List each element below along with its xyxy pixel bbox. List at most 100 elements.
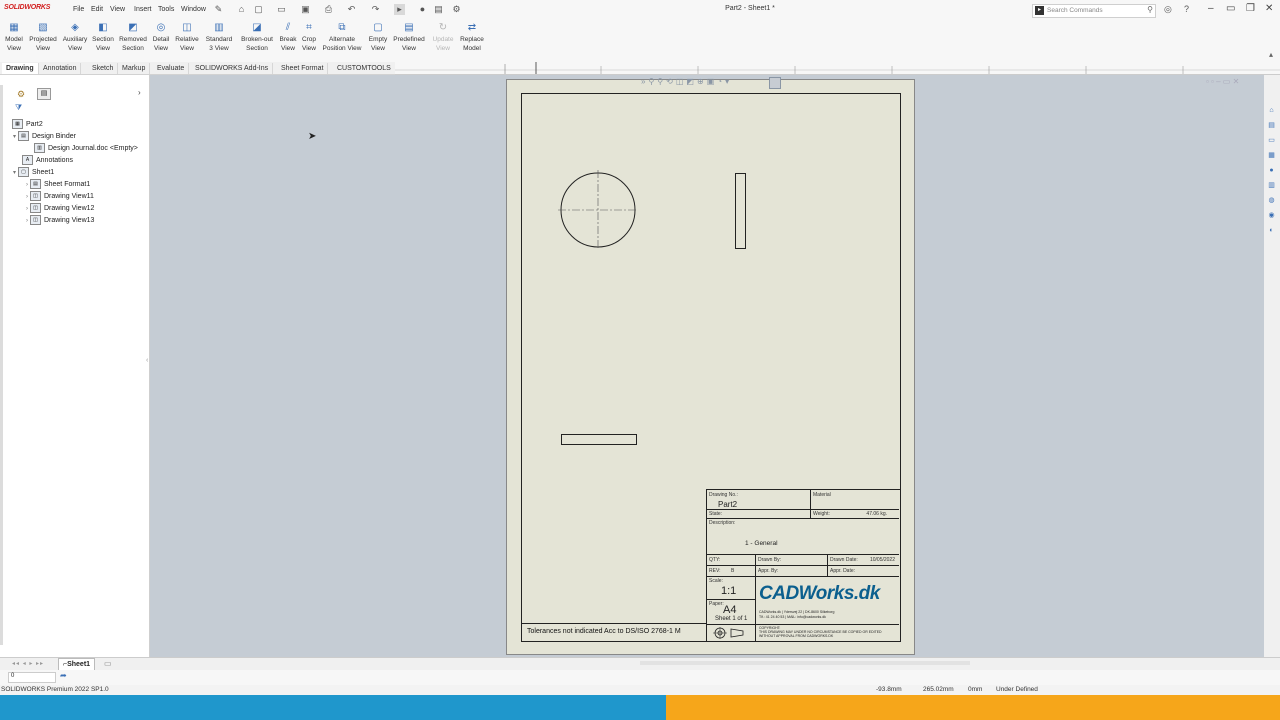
crop-view-button[interactable]: ⌗ Crop View <box>299 22 319 53</box>
title-block: Drawing No.: Part2 Material State: Weigh… <box>706 489 900 641</box>
cursor-y: 265.02mm <box>923 686 954 693</box>
drawing-sheet[interactable]: »⚲⚲⟲◫◩⊕▣◔▾ Tolerances not indicated Acc … <box>506 77 915 655</box>
document-title: Part2 - Sheet1 * <box>725 5 775 12</box>
undo-icon[interactable]: ↶ <box>346 4 357 15</box>
feature-manager-tab-icon[interactable]: ⚙ <box>17 89 25 100</box>
mouse-cursor-icon: ➤ <box>308 131 317 142</box>
filter-icon[interactable]: ⧩ <box>15 103 22 113</box>
chevron-down-icon[interactable]: ▾ <box>13 170 16 176</box>
select-icon[interactable]: ▸ <box>394 4 405 15</box>
menu-edit[interactable]: Edit <box>91 6 103 13</box>
broken-out-section-button[interactable]: ◪ Broken-out Section <box>237 22 277 53</box>
tab-customtools[interactable]: CUSTOMTOOLS <box>333 63 396 74</box>
menu-insert[interactable]: Insert <box>134 6 152 13</box>
menu-file[interactable]: File <box>73 6 84 13</box>
chevron-right-icon[interactable]: › <box>26 194 28 200</box>
projection-cell <box>707 625 756 641</box>
tab-evaluate[interactable]: Evaluate <box>153 63 190 74</box>
home-icon[interactable]: ⌂ <box>236 4 247 15</box>
tree-annotations[interactable]: A Annotations <box>22 155 73 165</box>
search-commands-box[interactable]: ▸ Search Commands ⚲ <box>1032 4 1156 18</box>
section-view-button[interactable]: ◧ Section View <box>90 22 116 53</box>
tree-drawing-view11[interactable]: › ◫ Drawing View11 <box>26 191 94 201</box>
menu-tools[interactable]: Tools <box>158 6 174 13</box>
horizontal-scrollbar[interactable] <box>640 661 970 665</box>
solidworks-resources-icon[interactable]: ⌂ <box>1267 106 1276 115</box>
save-icon[interactable]: ▣ <box>300 4 311 15</box>
user-icon[interactable]: ◎ <box>1164 4 1172 15</box>
drawing-view-side[interactable] <box>735 173 746 249</box>
predefined-view-button[interactable]: ▤ Predefined View <box>392 22 426 53</box>
view-settings-icon[interactable] <box>769 77 781 89</box>
relative-view-button[interactable]: ◫ Relative View <box>173 22 201 53</box>
break-view-button[interactable]: ⫽ Break View <box>278 22 298 53</box>
scale-cell: Scale: 1:1 <box>707 577 756 600</box>
pin-task-pane-icon[interactable]: ◐ <box>1267 226 1276 235</box>
pin-icon[interactable]: ✎ <box>213 4 224 15</box>
redo-icon[interactable]: ↷ <box>370 4 381 15</box>
restore-icon[interactable]: ▭ <box>1226 3 1235 14</box>
tree-design-binder[interactable]: ▾ ▤ Design Binder <box>13 131 76 141</box>
model-view-button[interactable]: ▦ Model View <box>2 22 26 53</box>
auxiliary-view-button[interactable]: ◈ Auxiliary View <box>60 22 90 53</box>
view-palette-icon[interactable]: ▦ <box>1267 151 1276 160</box>
tab-drawing[interactable]: Drawing <box>2 63 39 74</box>
empty-view-button[interactable]: ▢ Empty View <box>366 22 390 53</box>
appearances-icon[interactable]: ● <box>1267 166 1276 175</box>
design-library-icon[interactable]: ▤ <box>1267 121 1276 130</box>
restore-down-icon[interactable]: ❐ <box>1246 3 1255 14</box>
print-icon[interactable]: ⎙ <box>323 4 334 15</box>
sheet-nav-arrows-icon[interactable]: ◂◂ ◂ ▸ ▸▸ <box>12 660 44 667</box>
tree-sheet-format1[interactable]: › ▤ Sheet Format1 <box>26 179 90 189</box>
rebuild-icon[interactable]: ● <box>417 4 428 15</box>
file-properties-icon[interactable]: ▤ <box>433 4 444 15</box>
chevron-right-icon[interactable]: › <box>26 218 28 224</box>
menu-view[interactable]: View <box>110 6 125 13</box>
detail-view-button[interactable]: ◎ Detail View <box>150 22 172 53</box>
tree-root-part2[interactable]: ▦ Part2 <box>12 119 43 129</box>
tab-annotation[interactable]: Annotation <box>39 63 82 74</box>
tree-drawing-view13[interactable]: › ◫ Drawing View13 <box>26 215 94 225</box>
tab-solidworks-add-ins[interactable]: SOLIDWORKS Add-Ins <box>191 63 274 74</box>
new-document-icon[interactable]: ▢ <box>253 4 264 15</box>
options-icon[interactable]: ⚙ <box>451 4 462 15</box>
menu-window[interactable]: Window <box>181 6 206 13</box>
custom-properties-icon[interactable]: ▥ <box>1267 181 1276 190</box>
solidworks-forum-icon[interactable]: ◍ <box>1267 196 1276 205</box>
auxiliary-view-icon: ◈ <box>71 22 79 33</box>
minimize-icon[interactable]: – <box>1208 3 1214 14</box>
add-sheet-icon[interactable]: ▭ <box>104 659 112 668</box>
tab-sketch[interactable]: Sketch <box>88 63 119 74</box>
tree-drawing-view12[interactable]: › ◫ Drawing View12 <box>26 203 94 213</box>
search-icon[interactable]: ⚲ <box>1147 5 1153 14</box>
panel-collapse-handle[interactable]: ‹ <box>146 357 148 364</box>
document-icon: ▥ <box>34 143 45 153</box>
view-window-controls-icon[interactable]: ▫ ▫ – ▭ ✕ <box>1206 77 1239 86</box>
projected-view-button[interactable]: ▧ Projected View <box>27 22 59 53</box>
chevron-down-icon[interactable]: ▾ <box>13 134 16 140</box>
close-icon[interactable]: ✕ <box>1265 3 1273 14</box>
update-view-button[interactable]: ↻ Update View <box>430 22 456 53</box>
drawing-view-front-circle[interactable] <box>558 170 638 250</box>
tree-sheet1[interactable]: ▾ ▢ Sheet1 <box>13 167 54 177</box>
drawing-view-top[interactable] <box>561 434 637 445</box>
tab-markup[interactable]: Markup <box>118 63 151 74</box>
standard-3-view-button[interactable]: ▥ Standard 3 View <box>203 22 235 53</box>
property-manager-tab-icon[interactable]: ▤ <box>37 88 51 100</box>
removed-section-button[interactable]: ◩ Removed Section <box>117 22 149 53</box>
chevron-right-icon[interactable]: › <box>26 182 28 188</box>
motion-study-icon[interactable]: ➦ <box>60 671 67 680</box>
zoom-field[interactable]: 0 <box>8 672 56 683</box>
open-icon[interactable]: ▭ <box>276 4 287 15</box>
collapse-ribbon-icon[interactable]: ▴ <box>1269 50 1273 59</box>
file-explorer-icon[interactable]: ▭ <box>1267 136 1276 145</box>
alternate-position-view-button[interactable]: ⧉ Alternate Position View <box>320 22 364 53</box>
expand-panel-icon[interactable]: › <box>138 88 141 97</box>
add-ins-icon[interactable]: ◉ <box>1267 211 1276 220</box>
tree-design-journal[interactable]: ▥ Design Journal.doc <Empty> <box>34 143 138 153</box>
replace-model-button[interactable]: ⇄ Replace Model <box>458 22 486 53</box>
tab-sheet-format[interactable]: Sheet Format <box>277 63 329 74</box>
chevron-right-icon[interactable]: › <box>26 206 28 212</box>
panel-splitter[interactable] <box>0 85 3 645</box>
help-icon[interactable]: ? <box>1184 4 1189 14</box>
